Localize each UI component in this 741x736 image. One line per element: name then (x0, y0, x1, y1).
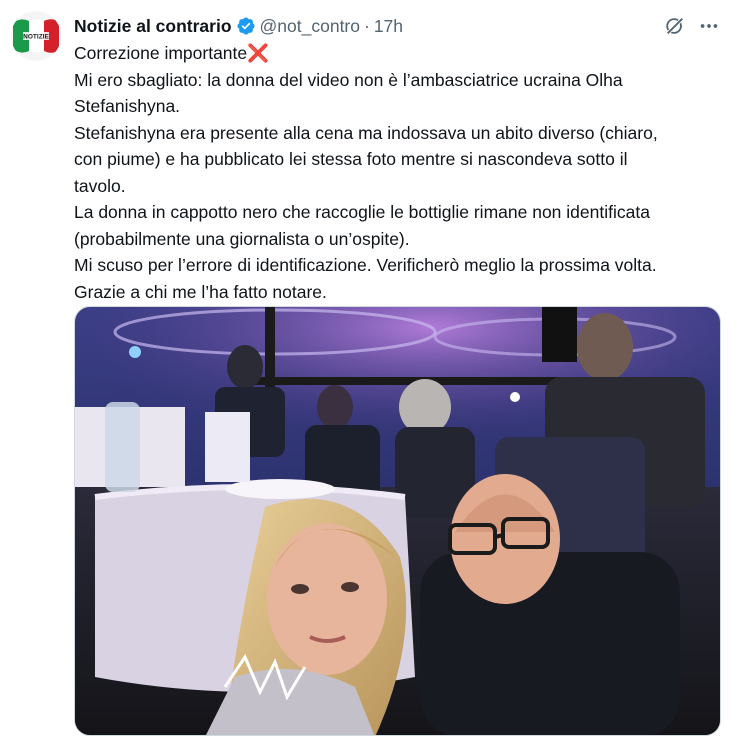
verified-badge-icon[interactable] (236, 16, 256, 36)
italian-flag-avatar-icon: NOTIZIE (11, 11, 61, 61)
tweet-line-8: Mi scuso per l’errore di identificazione… (74, 255, 657, 275)
grok-button[interactable] (663, 14, 687, 38)
tweet-line-5: tavolo. (74, 175, 126, 196)
tweet-line-9: Grazie a chi me l’ha fatto notare. (74, 281, 327, 302)
tweet-line-2: Stefanishyna. (74, 96, 181, 116)
tweet-text: Correzione importante❌ Mi ero sbagliato:… (74, 40, 734, 305)
author-handle[interactable]: @not_contro (260, 16, 360, 37)
tweet-header: Notizie al contrario @not_contro · 17h (74, 14, 403, 38)
tweet-line-3: Stefanishyna era presente alla cena ma i… (74, 122, 658, 143)
avatar-text: NOTIZIE (23, 34, 49, 41)
separator-dot: · (364, 15, 370, 36)
tweet-line-0: Correzione importante (74, 43, 248, 63)
photo-image (75, 307, 720, 735)
more-options-button[interactable] (697, 14, 721, 38)
timestamp[interactable]: 17h (374, 16, 403, 37)
author-name[interactable]: Notizie al contrario (74, 16, 232, 37)
more-horizontal-icon (700, 24, 718, 28)
tweet-line-6: La donna in cappotto nero che raccoglie … (74, 202, 650, 222)
tweet-line-title: Correzione importante❌ (74, 40, 734, 67)
grok-icon (665, 17, 684, 36)
tweet-line-1: Mi ero sbagliato: la donna del video non… (74, 69, 623, 90)
tweet-line-7: (probabilmente una giornalista o un’ospi… (74, 228, 410, 249)
cross-mark-emoji-icon: ❌ (247, 43, 269, 63)
tweet-photo[interactable] (74, 306, 721, 736)
tweet-line-4: con piume) e ha pubblicato lei stessa fo… (74, 149, 628, 169)
avatar[interactable]: NOTIZIE (11, 11, 61, 61)
